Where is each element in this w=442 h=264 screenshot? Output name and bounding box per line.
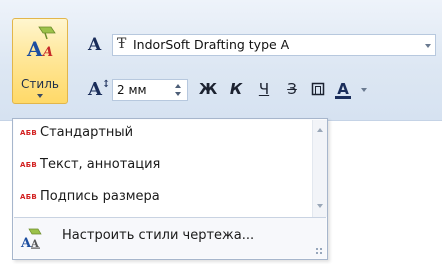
frame-button[interactable] (308, 79, 328, 99)
strikethrough-button[interactable]: З (282, 79, 302, 99)
style-badge: АБВ (20, 193, 37, 201)
list-item[interactable]: АБВ Стандартный (20, 124, 310, 144)
font-size-value: 2 мм (117, 83, 147, 97)
configure-styles-label: Настроить стили чертежа... (62, 228, 255, 243)
color-swatch (335, 96, 351, 99)
font-A-icon: A (88, 35, 102, 55)
list-item[interactable]: АБВ Подпись размера (20, 188, 310, 208)
resize-grip-icon[interactable] (315, 247, 323, 255)
list-item[interactable]: АБВ Текст, аннотация (20, 156, 310, 176)
truetype-icon: Ŧ (117, 36, 127, 52)
bold-button[interactable]: Ж (198, 79, 218, 99)
list-item-label: Подпись размера (40, 189, 160, 204)
ribbon-panel: A A Стиль A Ŧ IndorSoft Drafting type A … (0, 0, 442, 121)
spin-down-icon[interactable] (175, 92, 181, 96)
frame-icon (311, 82, 325, 96)
style-badge: АБВ (20, 129, 37, 137)
italic-button[interactable]: К (226, 79, 246, 99)
style-settings-icon: A A (20, 228, 42, 250)
font-name-value: IndorSoft Drafting type A (133, 37, 290, 52)
list-item-label: Стандартный (40, 125, 134, 140)
scroll-up-icon[interactable] (317, 128, 323, 132)
text-style-icon: A A (26, 26, 56, 59)
style-list: АБВ Стандартный АБВ Текст, аннотация АБВ… (14, 120, 312, 217)
chevron-down-icon (37, 94, 43, 98)
style-badge: АБВ (20, 161, 37, 169)
spin-up-icon[interactable] (175, 84, 181, 88)
configure-styles-item[interactable]: A A Настроить стили чертежа... (14, 218, 326, 258)
scroll-down-icon[interactable] (317, 204, 323, 208)
font-name-combo[interactable]: Ŧ IndorSoft Drafting type A (112, 34, 436, 56)
style-button[interactable]: A A Стиль (12, 18, 68, 104)
text-color-button[interactable]: A (332, 79, 354, 99)
svg-text:A: A (41, 45, 53, 59)
list-scrollbar[interactable] (312, 120, 327, 217)
font-size-spinner[interactable]: 2 мм (112, 79, 188, 101)
style-dropdown-menu: АБВ Стандартный АБВ Текст, аннотация АБВ… (12, 118, 328, 260)
font-size-icon: A↕ (88, 79, 111, 100)
chevron-down-icon[interactable] (361, 88, 367, 92)
svg-text:A: A (26, 37, 43, 59)
style-button-label: Стиль (21, 77, 59, 91)
underline-button[interactable]: Ч (254, 79, 274, 99)
chevron-down-icon[interactable] (425, 44, 431, 48)
list-item-label: Текст, аннотация (40, 157, 161, 172)
